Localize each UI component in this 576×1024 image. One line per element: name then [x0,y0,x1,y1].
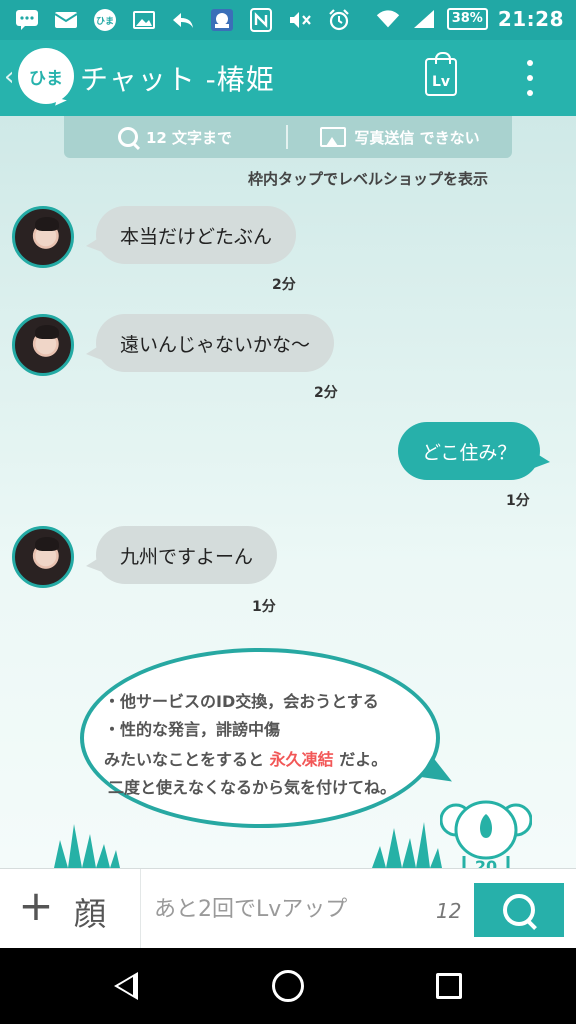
notice-line-3-pre: みたいなことをすると [104,750,265,769]
nav-back-icon[interactable] [114,972,138,1000]
clock: 21:28 [497,7,564,31]
partner-avatar[interactable] [12,314,74,376]
chat-area[interactable]: 12 文字まで 写真送信 できない 枠内タップでレベルショップを表示 本当だけど… [0,116,576,868]
koala-mascot-icon: 20 [440,800,532,868]
photo-send-info: 写真送信 できない [288,127,512,148]
message-time: 1分 [506,493,530,509]
face-sticker-button[interactable]: 顔 [74,889,106,935]
svg-text:ひま: ひま [96,16,114,27]
level-shop-hint: 枠内タップでレベルショップを表示 [248,170,489,188]
nav-recent-apps-icon[interactable] [436,973,462,999]
image-notification-icon [131,7,157,33]
char-limit-info: 12 文字まで [64,127,286,148]
char-limit-label: 12 文字まで [145,128,233,147]
nav-home-icon[interactable] [272,970,304,1002]
message-time: 1分 [252,599,276,615]
battery-indicator: 38% [446,8,488,30]
notification-icons: ひま [14,7,352,33]
reply-notification-icon [170,7,196,33]
notice-warning-highlight: 永久凍結 [269,750,334,769]
message-bubble-incoming: 九州ですよーん [85,526,278,584]
level-shop-bag-icon[interactable]: Lv [425,52,457,96]
message-bubble-incoming: 遠いんじゃないかな～ [85,314,335,372]
page-title: チャット -椿姫 [80,63,275,96]
send-search-icon [503,894,535,926]
mute-icon [287,7,313,33]
hima-logo[interactable]: ひま [18,48,74,104]
wifi-icon [375,6,401,32]
mail-notification-icon [53,7,79,33]
message-input[interactable] [140,869,470,949]
notice-line-4: 二度と使えなくなるから気を付けてね。 [108,778,397,797]
notice-line-2: ・性的な発言，誹謗中傷 [104,720,281,739]
grass-decoration [54,824,120,868]
photo-status-label: 写真送信 できない [354,128,480,147]
message-notification-icon [14,7,40,33]
send-button[interactable] [474,883,564,937]
grass-decoration [372,822,442,868]
message-bubble-incoming: 本当だけどたぶん [85,206,297,264]
system-status: 38% 21:28 [375,6,564,32]
notice-line-3-post: だよ。 [339,750,388,769]
message-time: 2分 [314,385,338,401]
rules-notice-text: ・他サービスのID交換，会おうとする ・性的な発言，誹謗中傷 みたいなことをする… [104,688,396,802]
hima-app-notification-icon: ひま [92,7,118,33]
level-info-strip[interactable]: 12 文字まで 写真送信 できない [64,116,512,158]
alarm-icon [326,7,352,33]
back-chevron-icon[interactable]: ‹ [4,62,14,92]
search-icon [117,127,138,147]
nfc-icon [248,7,274,33]
message-input-bar: + 顔 12 [0,868,576,949]
photo-icon [320,127,347,147]
more-options-icon[interactable] [520,60,540,96]
remaining-char-counter: 12 [436,899,462,923]
message-time: 2分 [272,277,296,293]
app-notification-icon [209,7,235,33]
status-bar: ひま 38% 21:28 [0,0,576,40]
app-bar: ‹ ひま チャット -椿姫 Lv [0,40,576,116]
notice-line-3: みたいなことをすると 永久凍結 だよ。 [104,746,396,774]
notice-line-1: ・他サービスのID交換，会おうとする [104,692,379,711]
message-bubble-outgoing: どこ住み？ [398,422,551,480]
mascot-number: 20 [475,857,497,868]
signal-icon [411,6,437,32]
partner-avatar[interactable] [12,206,74,268]
system-navigation-bar [0,948,576,1024]
partner-avatar[interactable] [12,526,74,588]
attach-button[interactable]: + [16,885,56,927]
